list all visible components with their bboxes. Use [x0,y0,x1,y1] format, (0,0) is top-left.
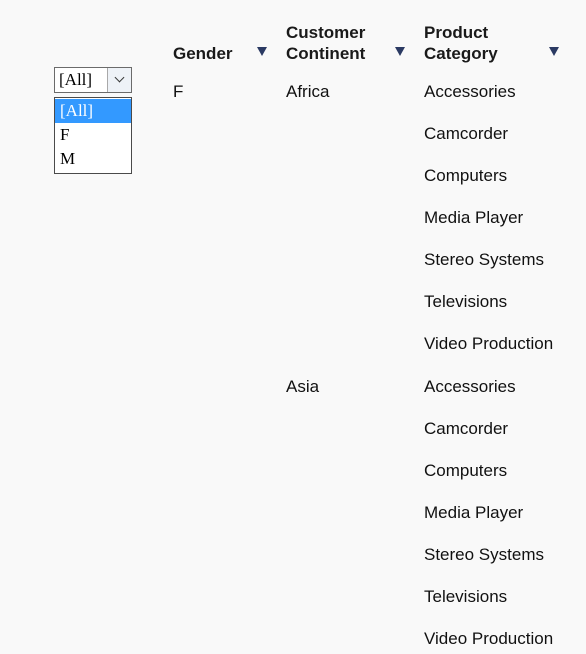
continent-header-line2: Continent [286,44,366,63]
filter-options-list: [All] F M [54,97,132,174]
category-cell: Computers [424,461,508,480]
continent-sort-icon[interactable] [395,47,405,56]
category-cell: Televisions [424,587,508,606]
category-cell: Video Production [424,334,554,353]
chevron-down-icon [114,72,125,83]
category-header-line1: Product [424,23,489,42]
category-header: Product Category [424,22,498,64]
category-cell: Camcorder [424,124,509,143]
category-cell: Camcorder [424,419,509,438]
dropdown-toggle-button[interactable] [107,68,131,92]
continent-header-line1: Customer [286,23,366,42]
gender-sort-icon[interactable] [257,47,267,56]
filter-option-m[interactable]: M [55,147,131,171]
continent-cell-asia: Asia [286,377,320,396]
category-cell: Video Production [424,629,554,648]
gender-filter-select[interactable]: [All] [54,67,132,93]
category-cell: Stereo Systems [424,250,544,269]
category-cell: Media Player [424,503,524,522]
category-cell: Accessories [424,82,516,101]
filter-option-all[interactable]: [All] [55,99,131,123]
continent-cell-africa: Africa [286,82,330,101]
category-cell: Televisions [424,292,508,311]
filter-selected-value: [All] [59,70,93,89]
category-cell: Media Player [424,208,524,227]
category-header-line2: Category [424,44,498,63]
category-cell: Stereo Systems [424,545,544,564]
filter-option-f[interactable]: F [55,123,131,147]
gender-header-label: Gender [173,44,233,63]
gender-cell: F [173,82,184,101]
category-cell: Computers [424,166,508,185]
category-cell: Accessories [424,377,516,396]
category-sort-icon[interactable] [549,47,559,56]
continent-header: Customer Continent [286,22,365,64]
gender-header: Gender [173,43,233,64]
